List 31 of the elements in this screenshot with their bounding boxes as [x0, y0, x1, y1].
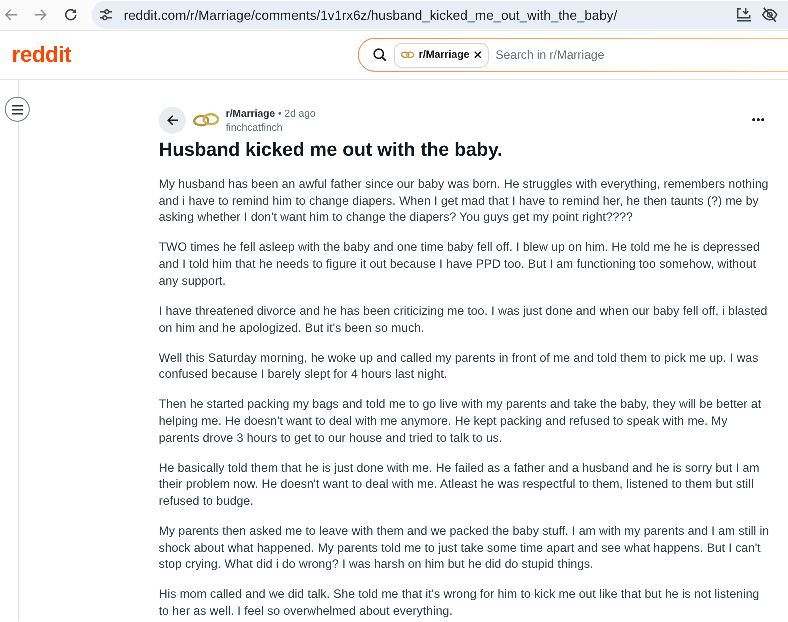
rings-icon: [401, 51, 415, 59]
post-paragraph: My husband has been an awful father since our baby was born. He struggles with everything, remembers nothing and i have to remind him to change diapers. When I get mad that I have to remind her, he then taunts (?) me by asking whether I don't want him to change the diapers? You guys get my point right????: [159, 176, 770, 226]
subreddit-link[interactable]: r/Marriage: [226, 108, 276, 122]
post-paragraph: Well this Saturday morning, he woke up and called my parents in front of me and told them to pick me up. I was confused because I barely slept for 4 hours last night.: [159, 350, 760, 383]
eye-off-icon[interactable]: [762, 7, 778, 23]
author-link[interactable]: finchcatfinch: [226, 122, 316, 136]
menu-button[interactable]: [5, 97, 30, 122]
search-field[interactable]: r/Marriage Search in r/Marriage: [358, 38, 788, 72]
post-time: • 2d ago: [278, 108, 316, 122]
address-bar[interactable]: reddit.com/r/Marriage/comments/1v1rx6z/husband_kicked_me_out_with_the_baby/: [92, 1, 788, 29]
post-paragraph: His mom called and we did talk. She told me that it's wrong for him to kick me out like that but he is not listening to her as well. I feel so overwhelmed about everything.: [159, 586, 761, 620]
post-paragraph: Then he started packing my bags and told me to go live with my parents and take the baby, they will be better at helping me. He doesn't want to deal with me anymore. He kept packing and refused to speak with me. My parents drove 3 hours to get to our house and tried to talk to us.: [159, 396, 762, 446]
post-paragraph: He basically told them that he is just done with me. He failed as a father and a husband and he is sorry but I am their problem now. He doesn't want to deal with me. Atleast he was respectful to them, listened to them but still refused to budge.: [159, 460, 761, 510]
post-paragraph: TWO times he fell asleep with the baby and one time baby fell off. I blew up on him. He told me he is depressed and I told him that he needs to figure it out because I have PPD too. But I am functioning too somehow, without any support.: [159, 239, 761, 290]
forward-arrow-icon[interactable]: [34, 8, 48, 22]
post-paragraph: My parents then asked me to leave with them and we packed the baby stuff. I am with my parents and I am still in shock about what happened. My parents told me to just take some time apart and see what happens. But I can't stop crying. What did i do wrong? I was harsh on him but he did do stupid things.: [159, 523, 770, 574]
search-icon: [373, 48, 387, 62]
menu-icon: [12, 104, 23, 114]
post-paragraph: I have threatened divorce and he has been criticizing me too. I was just done and when our baby fell off, i blasted on him and he apologized. But it's been so much.: [159, 302, 769, 336]
monitor-download-icon[interactable]: [736, 7, 752, 23]
rings-icon: [193, 113, 220, 127]
back-button[interactable]: [159, 106, 186, 134]
close-icon[interactable]: [474, 51, 482, 59]
reload-icon[interactable]: [64, 8, 78, 22]
more-icon[interactable]: [752, 118, 764, 122]
site-settings-icon[interactable]: [99, 8, 113, 22]
left-arrow-icon: [166, 114, 178, 126]
search-placeholder: Search in r/Marriage: [496, 48, 604, 62]
post-title: Husband kicked me out with the baby.: [159, 139, 504, 163]
subreddit-chip[interactable]: r/Marriage: [394, 42, 489, 68]
back-arrow-icon[interactable]: [4, 8, 18, 22]
